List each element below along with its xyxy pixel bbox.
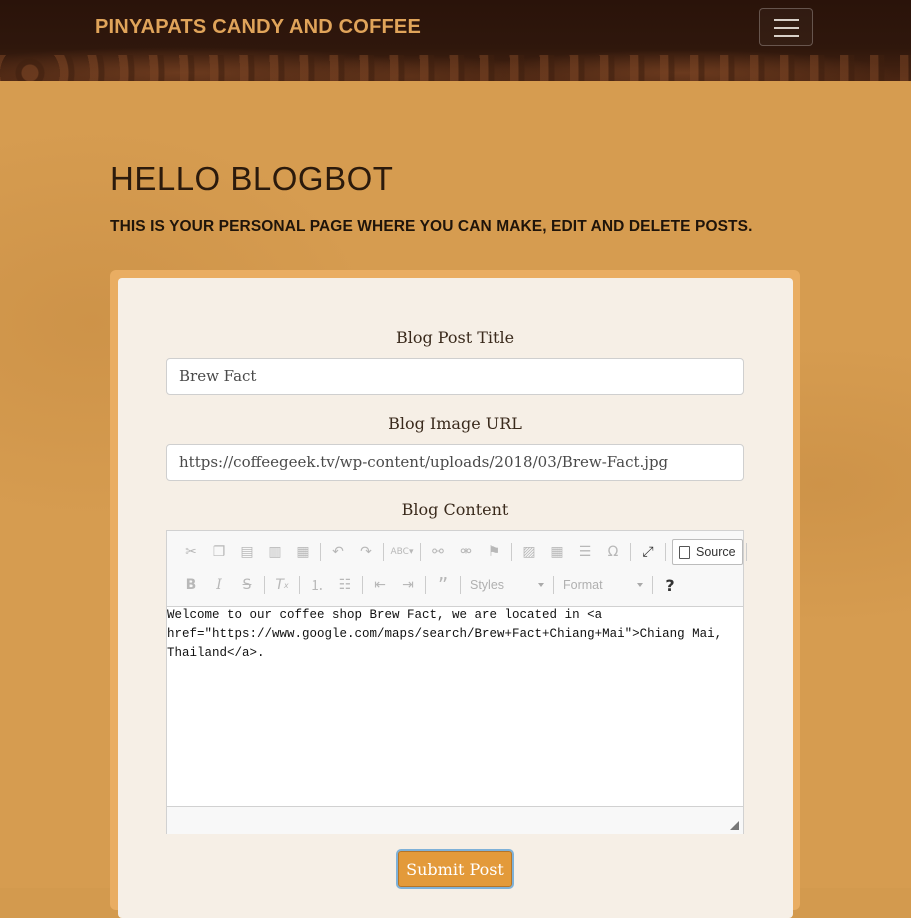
- toolbar-separator: [383, 543, 384, 561]
- hamburger-line: [774, 35, 799, 37]
- maximize-icon[interactable]: ⤢: [634, 539, 662, 565]
- link-icon[interactable]: ⚯: [424, 539, 452, 565]
- special-char-icon[interactable]: Ω: [599, 539, 627, 565]
- coffee-beans-banner: [0, 55, 911, 81]
- unlink-icon[interactable]: ⚮: [452, 539, 480, 565]
- bold-icon[interactable]: B: [177, 572, 205, 598]
- styles-label: Styles: [470, 578, 505, 592]
- toolbar-separator: [320, 543, 321, 561]
- table-icon[interactable]: ▦: [543, 539, 571, 565]
- chevron-down-icon: [637, 583, 643, 587]
- bulleted-list-icon[interactable]: ☷: [331, 572, 359, 598]
- image-url-input[interactable]: https://coffeegeek.tv/wp-content/uploads…: [166, 444, 744, 481]
- format-label: Format: [563, 578, 603, 592]
- navbar-toggle-button[interactable]: [759, 8, 813, 46]
- paste-word-icon[interactable]: ▦: [289, 539, 317, 565]
- hamburger-menu-icon: [774, 19, 799, 21]
- copy-icon[interactable]: ❐: [205, 539, 233, 565]
- toolbar-separator: [264, 576, 265, 594]
- italic-icon[interactable]: I: [205, 572, 233, 598]
- submit-post-button[interactable]: Submit Post: [396, 849, 514, 889]
- page-title: HELLO BLOGBOT: [110, 160, 394, 197]
- undo-icon[interactable]: ↶: [324, 539, 352, 565]
- blockquote-icon[interactable]: ”: [429, 572, 457, 598]
- source-label: Source: [696, 545, 736, 559]
- toolbar-separator: [745, 543, 747, 561]
- chevron-down-icon: [538, 583, 544, 587]
- brand-logo-text[interactable]: PINYAPATS CANDY AND COFFEE: [95, 16, 421, 39]
- editor-toolbar: ✂ ❐ ▤ ▥ ▦ ↶ ↷ ABC▾ ⚯ ⚮ ⚑ ▨ ▦ ☰ Ω ⤢ Sourc…: [167, 531, 747, 607]
- rich-text-editor: ✂ ❐ ▤ ▥ ▦ ↶ ↷ ABC▾ ⚯ ⚮ ⚑ ▨ ▦ ☰ Ω ⤢ Sourc…: [166, 530, 747, 834]
- toolbar-separator: [630, 543, 631, 561]
- toolbar-separator: [425, 576, 426, 594]
- indent-icon[interactable]: ⇥: [394, 572, 422, 598]
- numbered-list-icon[interactable]: ⒈: [303, 572, 331, 598]
- paste-icon[interactable]: ▤: [233, 539, 261, 565]
- anchor-flag-icon[interactable]: ⚑: [480, 539, 508, 565]
- redo-icon[interactable]: ↷: [352, 539, 380, 565]
- image-icon[interactable]: ▨: [515, 539, 543, 565]
- toolbar-separator: [460, 576, 461, 594]
- page-subtitle: THIS IS YOUR PERSONAL PAGE WHERE YOU CAN…: [110, 218, 753, 235]
- outdent-icon[interactable]: ⇤: [366, 572, 394, 598]
- toolbar-separator: [299, 576, 300, 594]
- hamburger-line: [774, 27, 799, 29]
- title-label: Blog Post Title: [395, 328, 515, 347]
- toolbar-separator: [665, 543, 666, 561]
- cut-icon[interactable]: ✂: [177, 539, 205, 565]
- toolbar-separator: [511, 543, 512, 561]
- resize-handle-icon[interactable]: [730, 821, 739, 830]
- help-icon[interactable]: ?: [656, 572, 684, 598]
- navbar: PINYAPATS CANDY AND COFFEE: [0, 0, 911, 82]
- toolbar-separator: [652, 576, 653, 594]
- toolbar-separator: [553, 576, 554, 594]
- format-dropdown[interactable]: Format: [557, 574, 649, 596]
- content-label: Blog Content: [401, 500, 509, 519]
- editor-status-bar: [167, 806, 743, 834]
- source-icon: [679, 545, 690, 559]
- title-input[interactable]: Brew Fact: [166, 358, 744, 395]
- remove-format-icon[interactable]: Tx: [268, 572, 296, 598]
- strikethrough-icon[interactable]: S: [233, 572, 261, 598]
- horizontal-line-icon[interactable]: ☰: [571, 539, 599, 565]
- styles-dropdown[interactable]: Styles: [464, 574, 550, 596]
- toolbar-separator: [420, 543, 421, 561]
- toolbar-separator: [362, 576, 363, 594]
- editor-content-area[interactable]: Welcome to our coffee shop Brew Fact, we…: [167, 606, 743, 806]
- paste-text-icon[interactable]: ▥: [261, 539, 289, 565]
- source-button[interactable]: Source: [672, 539, 743, 565]
- image-url-label: Blog Image URL: [388, 414, 522, 433]
- spellcheck-icon[interactable]: ABC▾: [387, 539, 417, 565]
